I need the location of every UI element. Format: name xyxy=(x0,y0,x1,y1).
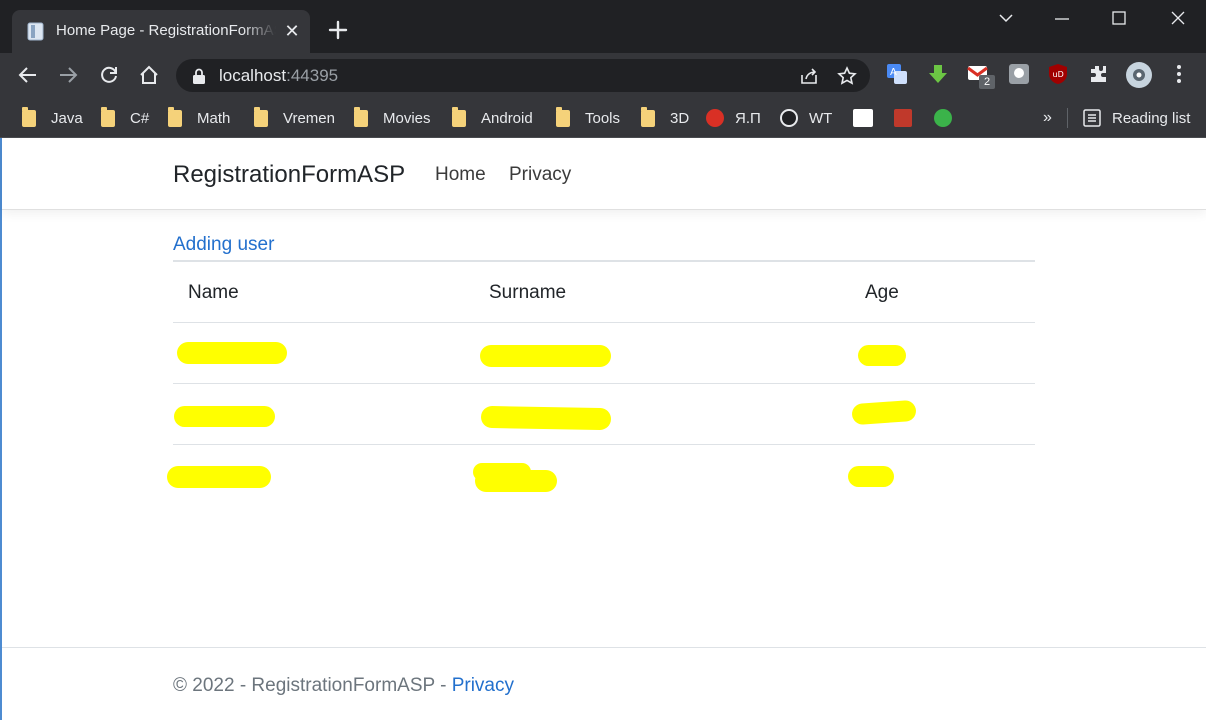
menu-kebab-icon[interactable] xyxy=(1168,63,1190,85)
adding-user-link[interactable]: Adding user xyxy=(173,234,274,256)
bookmark-folder-math[interactable]: Math xyxy=(168,106,230,129)
header-name: Name xyxy=(188,282,239,303)
bookmark-wt[interactable]: WT xyxy=(780,107,832,129)
profile-avatar[interactable] xyxy=(1125,61,1153,89)
footer-copyright: © 2022 - RegistrationFormASP - xyxy=(173,675,452,696)
browser-tab[interactable]: Home Page - RegistrationFormASP ✕ xyxy=(12,10,310,53)
home-icon[interactable] xyxy=(138,64,160,86)
close-tab-icon[interactable]: ✕ xyxy=(282,21,302,41)
bookmark-g-icon[interactable] xyxy=(934,107,952,129)
nav-home-link[interactable]: Home xyxy=(435,164,486,186)
tab-search-icon[interactable] xyxy=(990,6,1022,32)
row-divider xyxy=(173,444,1035,445)
reading-list-button[interactable]: Reading list xyxy=(1083,107,1190,129)
redaction-mark xyxy=(480,345,611,367)
ublock-icon[interactable]: uD xyxy=(1047,63,1069,85)
address-bar[interactable]: localhost:44395 xyxy=(176,59,870,92)
redaction-mark xyxy=(174,406,275,427)
tab-title: Home Page - RegistrationFormASP xyxy=(56,22,276,39)
close-window-icon[interactable] xyxy=(1162,6,1194,32)
header-age: Age xyxy=(865,282,899,303)
share-icon[interactable] xyxy=(798,65,820,87)
download-extension-icon[interactable] xyxy=(927,63,949,85)
folder-icon xyxy=(556,106,570,127)
row-divider xyxy=(173,383,1035,384)
url-text: localhost:44395 xyxy=(219,66,339,85)
table-top-border xyxy=(173,260,1035,262)
browser-toolbar: localhost:44395 A 2 uD xyxy=(0,53,1206,97)
redaction-mark xyxy=(851,399,917,426)
minimize-icon[interactable] xyxy=(1046,6,1078,32)
redaction-mark xyxy=(177,342,287,364)
row-divider xyxy=(173,322,1035,323)
translate-extension-icon[interactable]: A xyxy=(886,63,908,85)
extension-icon[interactable] xyxy=(1008,63,1030,85)
bookmark-star-icon[interactable] xyxy=(836,65,858,87)
bookmark-crest-icon[interactable] xyxy=(894,107,912,129)
forward-icon[interactable] xyxy=(57,64,79,86)
bookmark-folder-csharp[interactable]: C# xyxy=(101,106,149,129)
svg-text:A: A xyxy=(890,67,897,78)
folder-icon xyxy=(168,106,182,127)
back-icon[interactable] xyxy=(17,64,39,86)
folder-icon xyxy=(354,106,368,127)
svg-text:uD: uD xyxy=(1053,70,1064,79)
reading-list-icon xyxy=(1083,109,1101,127)
folder-icon xyxy=(452,106,466,127)
bookmarks-separator xyxy=(1067,108,1068,128)
lock-icon[interactable] xyxy=(192,68,206,84)
bookmark-favicon-icon xyxy=(706,109,724,127)
redaction-mark xyxy=(480,405,612,431)
code-icon xyxy=(853,109,873,127)
bookmarks-overflow-button[interactable]: » xyxy=(1043,107,1052,129)
page-icon xyxy=(27,22,44,41)
bookmark-folder-vremen[interactable]: Vremen xyxy=(254,106,335,129)
folder-icon xyxy=(254,106,268,127)
gmail-extension-icon[interactable]: 2 xyxy=(967,63,995,89)
redaction-mark xyxy=(475,470,557,492)
folder-icon xyxy=(22,106,36,127)
extensions-puzzle-icon[interactable] xyxy=(1087,63,1109,85)
bookmark-folder-java[interactable]: Java xyxy=(22,106,83,129)
web-page: RegistrationFormASP Home Privacy Adding … xyxy=(0,138,1206,720)
reload-icon[interactable] xyxy=(98,64,120,86)
header-surname: Surname xyxy=(489,282,567,303)
footer-privacy-link[interactable]: Privacy xyxy=(452,675,514,696)
bookmark-folder-tools[interactable]: Tools xyxy=(556,106,620,129)
gmail-badge: 2 xyxy=(979,75,995,89)
redaction-mark xyxy=(848,466,894,487)
bookmark-code-icon[interactable] xyxy=(853,107,873,129)
bookmark-folder-3d[interactable]: 3D xyxy=(641,106,689,129)
bookmark-yap[interactable]: Я.П xyxy=(706,107,761,129)
redaction-mark xyxy=(167,466,271,488)
bookmark-folder-movies[interactable]: Movies xyxy=(354,106,431,129)
site-brand-link[interactable]: RegistrationFormASP xyxy=(173,161,405,189)
bookmarks-bar: Java C# Math Vremen Movies Android Tools… xyxy=(0,97,1206,138)
footer-divider xyxy=(2,647,1206,648)
site-navbar: RegistrationFormASP Home Privacy xyxy=(2,138,1206,210)
bookmark-folder-android[interactable]: Android xyxy=(452,106,533,129)
browser-title-bar: Home Page - RegistrationFormASP ✕ xyxy=(0,0,1206,53)
maximize-icon[interactable] xyxy=(1103,6,1135,32)
grammarly-icon xyxy=(934,109,952,127)
redaction-mark xyxy=(858,345,906,366)
new-tab-icon[interactable] xyxy=(326,18,350,42)
nav-privacy-link[interactable]: Privacy xyxy=(509,164,571,186)
site-footer: © 2022 - RegistrationFormASP - Privacy xyxy=(173,675,514,697)
check-circle-icon xyxy=(780,109,798,127)
folder-icon xyxy=(641,106,655,127)
folder-icon xyxy=(101,106,115,127)
crest-icon xyxy=(894,109,912,127)
